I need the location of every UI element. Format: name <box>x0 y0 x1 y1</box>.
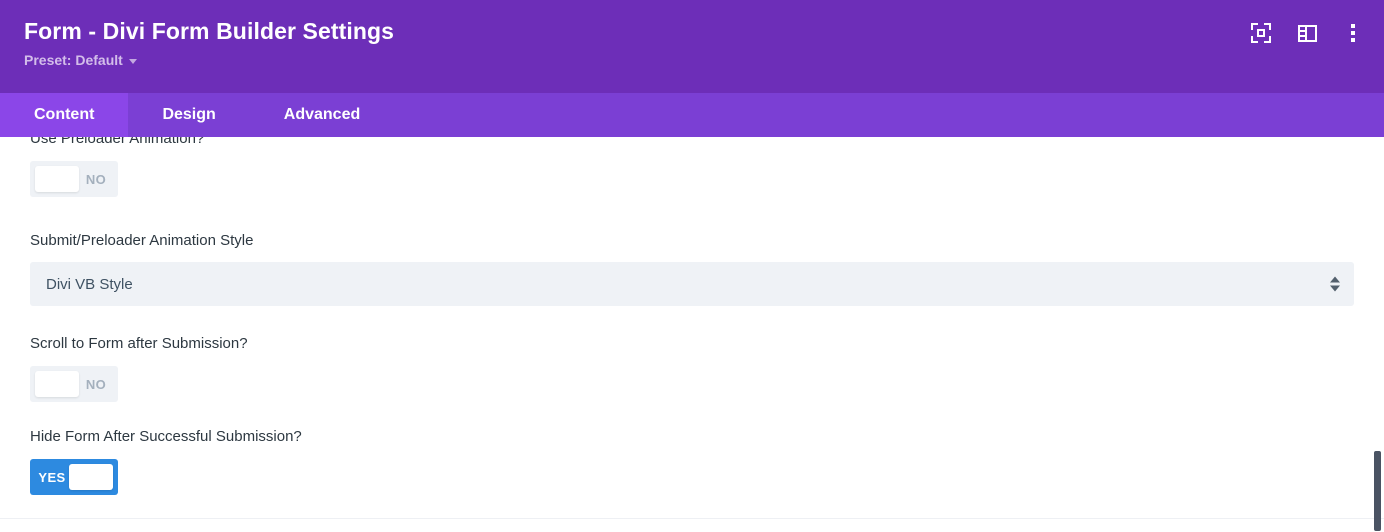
field-scroll-to-form-after-submission: Scroll to Form after Submission? NO <box>0 334 1384 402</box>
preset-selector[interactable]: Preset: Default <box>24 50 137 70</box>
focus-mode-button[interactable] <box>1248 20 1274 46</box>
preset-label: Preset: Default <box>24 52 123 68</box>
focus-mode-icon <box>1251 23 1271 43</box>
caret-down-icon <box>128 58 137 64</box>
tab-content-label: Content <box>34 106 95 123</box>
field-label-hide-form-after-successful-submission: Hide Form After Successful Submission? <box>30 428 302 445</box>
modal-header: Form - Divi Form Builder Settings Preset… <box>0 0 1384 93</box>
tab-content[interactable]: Content <box>0 93 129 137</box>
toggle-knob <box>69 464 113 490</box>
vertical-scrollbar-track[interactable] <box>1374 93 1384 532</box>
field-use-preloader-animation: Use Preloader Animation? NO <box>0 137 1384 207</box>
toggle-scroll-to-form-after-submission[interactable]: NO <box>30 366 118 402</box>
header-icon-group <box>1248 20 1366 46</box>
more-options-button[interactable] <box>1340 20 1366 46</box>
toggle-knob <box>35 166 79 192</box>
field-submit-preloader-animation-style: Submit/Preloader Animation Style Divi VB… <box>0 231 1384 306</box>
tab-design[interactable]: Design <box>128 93 249 137</box>
toggle-use-preloader-animation[interactable]: NO <box>30 161 118 197</box>
kebab-menu-icon <box>1351 24 1355 42</box>
divi-module-settings-modal: Form - Divi Form Builder Settings Preset… <box>0 0 1384 532</box>
panel-layout-icon <box>1297 24 1317 42</box>
toggle-value-scroll-to-form-after-submission: NO <box>85 376 107 392</box>
chevron-updown-icon <box>1330 276 1340 292</box>
select-value-submit-preloader-animation-style: Divi VB Style <box>46 275 133 293</box>
toggle-value-use-preloader-animation: NO <box>85 171 107 187</box>
panel-layout-button[interactable] <box>1294 20 1320 46</box>
tab-advanced-label: Advanced <box>283 106 361 123</box>
toggle-hide-form-after-successful-submission[interactable]: YES <box>30 459 118 495</box>
field-label-scroll-to-form-after-submission: Scroll to Form after Submission? <box>30 335 248 352</box>
vertical-scrollbar-thumb[interactable] <box>1374 451 1381 531</box>
settings-body: Use Preloader Animation? NO Submit/Prelo… <box>0 137 1384 532</box>
settings-tabs: Content Design Advanced <box>0 93 1384 137</box>
bottom-divider <box>0 518 1384 519</box>
field-hide-form-after-successful-submission: Hide Form After Successful Submission? Y… <box>0 427 1384 495</box>
tab-design-label: Design <box>162 106 216 123</box>
select-submit-preloader-animation-style[interactable]: Divi VB Style <box>30 262 1354 306</box>
toggle-value-hide-form-after-successful-submission: YES <box>38 469 66 485</box>
field-label-submit-preloader-animation-style: Submit/Preloader Animation Style <box>30 232 254 249</box>
toggle-knob <box>35 371 79 397</box>
tab-advanced[interactable]: Advanced <box>250 93 394 137</box>
page-title: Form - Divi Form Builder Settings <box>24 18 395 44</box>
field-label-use-preloader-animation: Use Preloader Animation? <box>30 137 205 147</box>
